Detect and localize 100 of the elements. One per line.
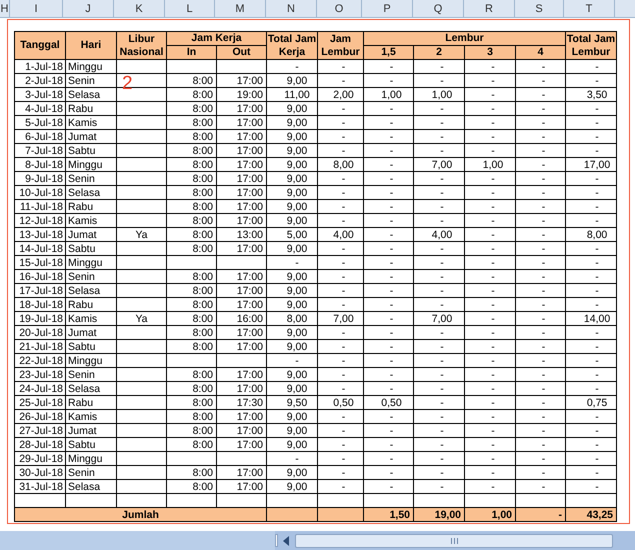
table-cell: - (364, 298, 414, 312)
table-cell: 17:00 (216, 298, 267, 312)
table-cell (116, 144, 166, 158)
table-cell: - (566, 60, 617, 74)
table-cell: 8:00 (166, 270, 216, 284)
table-cell: 17:00 (216, 284, 267, 298)
table-cell: - (364, 438, 414, 452)
scroll-thumb[interactable] (295, 534, 613, 548)
table-cell: 3-Jul-18 (14, 88, 66, 102)
table-cell (116, 242, 166, 256)
table-cell: - (566, 172, 617, 186)
column-header[interactable]: N (266, 0, 317, 17)
table-cell: - (364, 452, 414, 466)
table-cell: 1,00 (364, 88, 414, 102)
table-cell: Sabtu (66, 438, 116, 452)
header-cell: Jam Kerja (166, 32, 267, 46)
table-cell: 8:00 (166, 242, 216, 256)
table-cell: - (566, 354, 617, 368)
table-cell: - (566, 256, 617, 270)
column-header[interactable]: O (317, 0, 362, 17)
column-header[interactable]: S (515, 0, 564, 17)
table-cell: - (464, 410, 516, 424)
table-cell: Selasa (66, 382, 116, 396)
left-arrow-icon[interactable] (282, 536, 290, 546)
column-header[interactable]: T (564, 0, 615, 17)
table-cell: 8,00 (266, 312, 318, 326)
splitter-handle[interactable] (275, 534, 278, 547)
table-cell: 3,50 (566, 88, 617, 102)
table-cell: 17:00 (216, 326, 267, 340)
table-cell: - (516, 130, 566, 144)
table-cell: - (364, 172, 414, 186)
column-header[interactable]: R (464, 0, 515, 17)
table-cell: - (516, 368, 566, 382)
table-cell: 17:00 (216, 382, 267, 396)
table-cell: 4-Jul-18 (14, 102, 66, 116)
table-cell: - (318, 60, 364, 74)
table-cell: - (566, 130, 617, 144)
table-cell: - (516, 438, 566, 452)
table-cell: 2-Jul-18 (14, 74, 66, 88)
table-cell: 8:00 (166, 144, 216, 158)
table-cell: - (464, 438, 516, 452)
table-cell: - (364, 242, 414, 256)
table-cell: Kamis (66, 214, 116, 228)
table-cell: 8:00 (166, 340, 216, 354)
table-cell: - (364, 60, 414, 74)
table-cell: 17:00 (216, 242, 267, 256)
table-cell: Selasa (66, 186, 116, 200)
table-cell: 17:00 (216, 172, 267, 186)
table-cell: - (364, 228, 414, 242)
table-cell: 8,00 (318, 158, 364, 172)
table-cell: 29-Jul-18 (14, 452, 66, 466)
table-cell: Sabtu (66, 242, 116, 256)
table-cell: Rabu (66, 396, 116, 410)
horizontal-scrollbar[interactable] (0, 531, 635, 550)
table-cell: - (318, 354, 364, 368)
table-cell: Kamis (66, 116, 116, 130)
table-cell: 8:00 (166, 410, 216, 424)
table-cell (116, 88, 166, 102)
table-cell: 8:00 (166, 396, 216, 410)
table-cell: - (318, 480, 364, 494)
table-cell: - (516, 88, 566, 102)
table-cell: Selasa (66, 480, 116, 494)
table-cell (166, 354, 216, 368)
column-header[interactable]: M (215, 0, 266, 17)
table-cell: - (516, 354, 566, 368)
header-cell: Lembur (364, 32, 566, 46)
column-header[interactable]: J (63, 0, 114, 17)
table-cell: - (566, 186, 617, 200)
table-cell (216, 452, 267, 466)
table-cell: - (318, 130, 364, 144)
table-cell: - (566, 74, 617, 88)
table-cell: 9,00 (266, 214, 318, 228)
header-cell: Total Jam Lembur (566, 32, 617, 60)
table-cell: - (414, 466, 465, 480)
table-cell: - (566, 242, 617, 256)
table-cell: 8:00 (166, 466, 216, 480)
column-header[interactable]: H (0, 0, 10, 17)
table-cell: - (516, 312, 566, 326)
table-cell: - (516, 270, 566, 284)
table-cell: 9,00 (266, 340, 318, 354)
column-header[interactable]: Q (413, 0, 464, 17)
table-cell: 8:00 (166, 368, 216, 382)
header-cell: Tanggal (14, 32, 66, 60)
table-cell: - (364, 200, 414, 214)
table-cell: 26-Jul-18 (14, 410, 66, 424)
table-cell: 13:00 (216, 228, 267, 242)
column-header[interactable]: K (114, 0, 165, 17)
table-cell: 4,00 (318, 228, 364, 242)
column-header[interactable]: L (165, 0, 215, 17)
column-header[interactable]: I (10, 0, 63, 17)
table-cell: - (414, 396, 465, 410)
table-cell: 9,00 (266, 284, 318, 298)
column-header[interactable]: P (362, 0, 413, 17)
table-cell: - (464, 382, 516, 396)
table-cell: - (464, 368, 516, 382)
table-cell: 14-Jul-18 (14, 242, 66, 256)
table-cell: - (464, 144, 516, 158)
table-cell: - (364, 256, 414, 270)
table-cell: 17:00 (216, 74, 267, 88)
table-cell (116, 172, 166, 186)
